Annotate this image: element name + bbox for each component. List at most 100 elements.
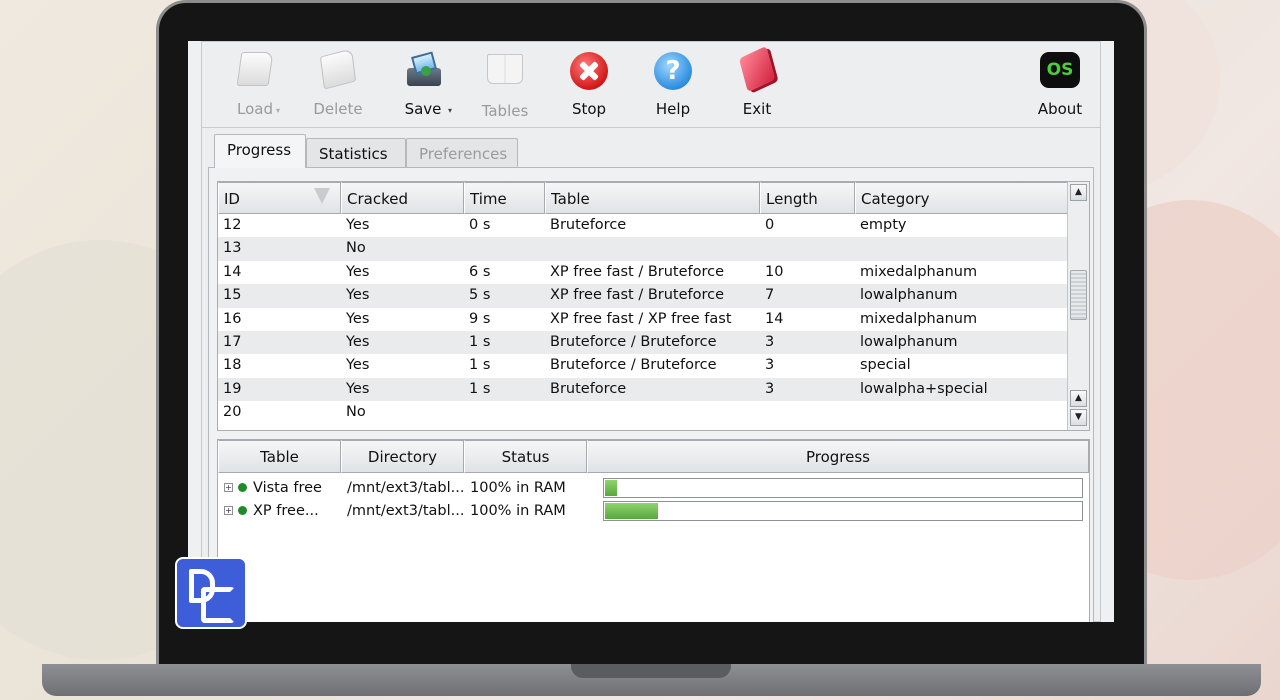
help-button[interactable]: ? Help: [638, 48, 708, 124]
ophcrack-window: Load ▾ Delete Save ▾ Tables Stop ? Help …: [201, 41, 1101, 622]
tables-pane-rows: + Vista free/mnt/ext3/tabl... 100% in RAM +…: [218, 476, 1089, 522]
table-row[interactable]: 17 Yes 1 s Bruteforce / Bruteforce 3 lowalpha…: [218, 330, 1068, 355]
cell-table: Bruteforce: [550, 380, 627, 397]
stop-button[interactable]: Stop: [554, 48, 624, 124]
column-header-table[interactable]: Table: [545, 182, 760, 214]
list-item[interactable]: + Vista free/mnt/ext3/tabl... 100% in RAM: [218, 476, 1089, 499]
cell-time: 1 s: [469, 380, 491, 397]
table-row[interactable]: 18 Yes 1 s Bruteforce / Bruteforce 3 special: [218, 354, 1068, 377]
cell-table: XP free fast / Bruteforce: [550, 263, 725, 280]
delete-button[interactable]: Delete: [303, 48, 373, 124]
table-row[interactable]: 14 Yes 6 s XP free fast / Bruteforce 10 mixed…: [218, 261, 1068, 284]
column-header-table[interactable]: Table: [218, 440, 341, 473]
toolbar: Load ▾ Delete Save ▾ Tables Stop ? Help …: [202, 42, 1100, 128]
cell-length: 3: [765, 333, 775, 350]
tree-expand-icon[interactable]: +: [224, 506, 233, 515]
about-button[interactable]: OS About: [1025, 48, 1095, 124]
table-row[interactable]: 15 Yes 5 s XP free fast / Bruteforce 7 lowalp…: [218, 284, 1068, 308]
cell-category: special: [860, 357, 911, 374]
laptop-notch: [571, 664, 731, 678]
cell-id: 18: [223, 357, 242, 374]
save-button[interactable]: Save ▾: [388, 48, 458, 124]
cell-time: 6 s: [469, 263, 491, 280]
table-row[interactable]: 13 No: [218, 237, 1068, 261]
cell-directory: /mnt/ext3/tabl...: [347, 502, 464, 519]
status-dot-icon: [238, 483, 247, 492]
table-name: XP free...: [253, 502, 319, 519]
tables-label: Tables: [481, 102, 529, 120]
stop-icon: [569, 52, 609, 92]
cell-id: 20: [223, 404, 242, 421]
scrollbar-thumb[interactable]: [1070, 270, 1087, 320]
results-table-header: ID Cracked Time Table Length Category: [218, 182, 1068, 214]
cell-table: Bruteforce: [550, 217, 627, 233]
cell-length: 3: [765, 357, 775, 374]
column-header-category[interactable]: Category: [855, 182, 1068, 214]
table-row[interactable]: 19 Yes 1 s Bruteforce 3 lowalpha+special: [218, 377, 1068, 402]
stop-label: Stop: [571, 100, 607, 118]
column-header-time[interactable]: Time: [464, 182, 545, 214]
tab-preferences[interactable]: Preferences: [406, 138, 518, 167]
cell-cracked: No: [346, 240, 366, 257]
tree-expand-icon[interactable]: +: [224, 483, 233, 492]
watermark-logo: [175, 557, 247, 629]
cell-progress: [587, 500, 1089, 521]
cell-status: 100% in RAM: [470, 479, 566, 496]
column-header-cracked[interactable]: Cracked: [341, 182, 464, 214]
about-label: About: [1037, 100, 1083, 118]
column-header-id-label: ID: [224, 190, 240, 208]
delete-icon: [318, 48, 358, 92]
cell-time: 9 s: [469, 310, 491, 327]
tables-pane: Table Directory Status Progress + Vista f…: [217, 439, 1090, 622]
cell-time: [464, 237, 545, 260]
column-header-id[interactable]: ID: [218, 182, 341, 214]
scroll-up-arrow-icon[interactable]: ▲: [1070, 184, 1087, 201]
results-scrollbar[interactable]: ▲ ▲ ▼: [1067, 182, 1089, 430]
exit-icon: [737, 45, 777, 93]
cell-id: 15: [223, 287, 242, 304]
cell-cracked: Yes: [346, 333, 370, 350]
cell-id: 12: [223, 217, 242, 233]
tab-statistics[interactable]: Statistics: [306, 138, 406, 167]
help-icon: ?: [653, 52, 693, 92]
tab-progress[interactable]: Progress: [214, 134, 306, 168]
exit-button[interactable]: Exit: [722, 45, 792, 124]
load-button[interactable]: Load ▾: [220, 48, 290, 124]
column-header-status[interactable]: Status: [464, 440, 587, 473]
cell-cracked: Yes: [346, 310, 370, 327]
cell-category: empty: [860, 217, 907, 233]
column-header-length[interactable]: Length: [760, 182, 855, 214]
scroll-down-arrow-icon[interactable]: ▼: [1070, 409, 1087, 426]
results-table: ID Cracked Time Table Length Category 12…: [217, 181, 1090, 431]
progress-bar: [603, 500, 1083, 521]
cell-length: 0: [765, 217, 775, 233]
load-dropdown-arrow-icon[interactable]: ▾: [276, 106, 280, 115]
cell-length: [760, 237, 855, 260]
progress-bar-fill: [605, 502, 658, 519]
save-dropdown-arrow-icon[interactable]: ▾: [448, 106, 452, 115]
cell-progress: [587, 477, 1089, 498]
column-header-directory[interactable]: Directory: [341, 440, 464, 473]
about-os-icon: OS: [1040, 52, 1080, 92]
scroll-up-arrow-icon[interactable]: ▲: [1070, 390, 1087, 407]
laptop-screen: Load ▾ Delete Save ▾ Tables Stop ? Help …: [188, 41, 1114, 622]
cell-cracked: Yes: [346, 217, 370, 233]
table-row[interactable]: 20 No: [218, 401, 1068, 424]
cell-time: 0 s: [469, 217, 491, 233]
column-header-progress[interactable]: Progress: [587, 440, 1089, 473]
cell-id: 19: [223, 380, 242, 397]
cell-time: 1 s: [469, 333, 491, 350]
tables-button[interactable]: Tables: [470, 48, 540, 124]
cell-id: 13: [223, 240, 242, 257]
results-rows: 12 Yes 0 s Bruteforce 0 empty 13 No 14 Yes 6 s XP f…: [218, 214, 1068, 425]
cell-table: + Vista free: [218, 480, 341, 496]
cell-category: [855, 401, 1068, 424]
list-item[interactable]: + XP free... /mnt/ext3/tabl... 100% in RAM: [218, 499, 1089, 522]
delete-label: Delete: [313, 100, 363, 118]
cell-table: XP free fast / XP free fast: [550, 310, 732, 327]
table-row[interactable]: 16 Yes 9 s XP free fast / XP free fast 14 mix…: [218, 308, 1068, 331]
cell-cracked: Yes: [346, 380, 370, 397]
about-logo-text: OS: [1040, 52, 1080, 88]
cell-id: 16: [223, 310, 242, 327]
table-row[interactable]: 12 Yes 0 s Bruteforce 0 empty: [218, 214, 1068, 237]
